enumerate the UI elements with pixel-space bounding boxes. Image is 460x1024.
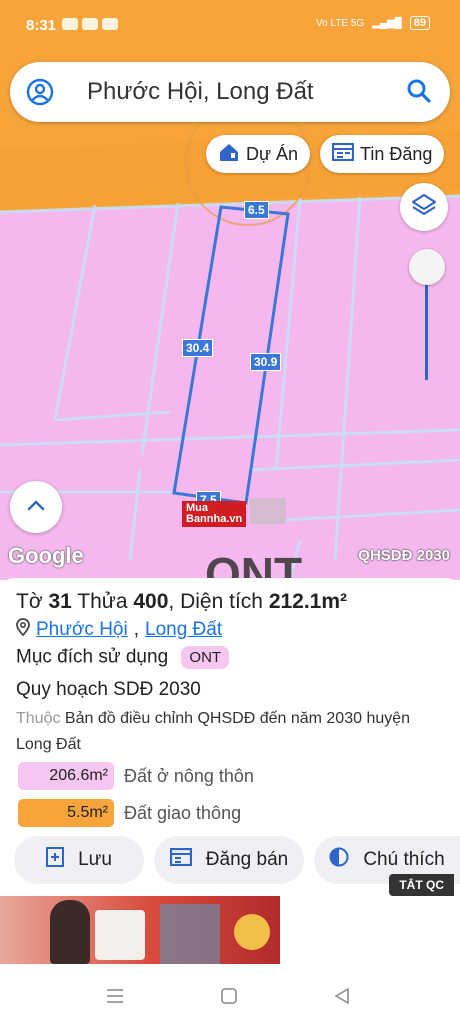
ad-city-image bbox=[160, 904, 220, 964]
post-label: Đăng bán bbox=[205, 849, 289, 870]
legend-label: Chú thích bbox=[363, 849, 445, 870]
home-icon[interactable] bbox=[221, 988, 237, 1009]
save-button[interactable]: Lưu bbox=[14, 836, 144, 884]
post-for-sale-button[interactable]: Đăng bán bbox=[154, 836, 304, 884]
status-bar: 8:31 Vo LTE 5G ▂▄▆█ 89 bbox=[0, 0, 460, 46]
search-bar[interactable]: Phước Hội, Long Đất bbox=[10, 62, 450, 122]
plan-layer-label: QHSDĐ 2030 bbox=[358, 547, 450, 564]
land-use-area: 206.6m² bbox=[18, 762, 114, 790]
dimension-left: 30.4 bbox=[182, 339, 214, 357]
layers-icon bbox=[411, 193, 437, 222]
save-label: Lưu bbox=[78, 849, 112, 870]
contrast-icon bbox=[329, 847, 349, 873]
land-use-label: Đất ở nông thôn bbox=[124, 765, 254, 786]
ad-person-image bbox=[50, 900, 90, 964]
land-use-area: 5.5m² bbox=[18, 799, 114, 827]
location-pin-icon bbox=[16, 618, 30, 642]
land-use-label: Đất giao thông bbox=[124, 802, 242, 823]
menu-icon[interactable] bbox=[106, 988, 124, 1009]
watermark-logo: Mua Bannha.vn bbox=[182, 501, 247, 527]
back-icon[interactable] bbox=[334, 987, 350, 1010]
plan-title: Quy hoạch SDĐ 2030 bbox=[16, 679, 201, 700]
signal-icon: ▂▄▆█ bbox=[372, 17, 402, 29]
user-icon[interactable] bbox=[26, 78, 54, 111]
listing-icon bbox=[169, 847, 192, 872]
ad-card-image bbox=[95, 910, 145, 960]
district-link[interactable]: Long Đất bbox=[145, 619, 222, 641]
ward-link[interactable]: Phước Hội bbox=[36, 619, 128, 641]
svg-text:ONT: ONT bbox=[205, 548, 302, 580]
watermark: Mua Bannha.vn bbox=[172, 498, 288, 528]
parcel-location: Phước Hội, Long Đất bbox=[16, 618, 222, 642]
expand-up-button[interactable] bbox=[10, 481, 62, 533]
listing-icon bbox=[331, 142, 355, 166]
parcel-info-panel: Tờ 31 Thửa 400, Diện tích 212.1m² Phước … bbox=[0, 578, 460, 898]
tin-dang-button[interactable]: Tin Đăng bbox=[320, 135, 445, 173]
dimension-right: 30.9 bbox=[250, 353, 282, 371]
system-nav-bar bbox=[0, 964, 460, 1024]
network-indicator: Vo LTE 5G bbox=[316, 17, 365, 29]
chevron-up-icon bbox=[27, 498, 45, 516]
house-icon bbox=[218, 142, 240, 167]
search-icon[interactable] bbox=[406, 78, 432, 109]
notification-icons bbox=[62, 18, 118, 30]
search-query[interactable]: Phước Hội, Long Đất bbox=[87, 78, 314, 106]
close-ad-button[interactable]: TẮT QC bbox=[389, 874, 454, 896]
status-right: Vo LTE 5G ▂▄▆█ 89 bbox=[316, 16, 430, 30]
purpose-row: Mục đích sử dụng ONT bbox=[16, 646, 230, 669]
add-bookmark-icon bbox=[46, 847, 65, 873]
plan-description: Thuộc Bản đồ điều chỉnh QHSDĐ đến năm 20… bbox=[16, 710, 411, 753]
ad-seal-image bbox=[234, 914, 270, 950]
status-time: 8:31 bbox=[26, 17, 57, 34]
map-view[interactable]: ONT 8:31 Vo LTE 5G ▂▄▆█ 89 Phước Hội, Lo… bbox=[0, 0, 460, 580]
purpose-tag: ONT bbox=[181, 646, 230, 669]
tin-dang-label: Tin Đăng bbox=[360, 143, 433, 164]
layers-button[interactable] bbox=[400, 183, 448, 231]
land-use-row: 5.5m² Đất giao thông bbox=[18, 799, 241, 827]
opacity-slider-handle[interactable] bbox=[409, 249, 445, 285]
battery-indicator: 89 bbox=[409, 16, 430, 30]
du-an-button[interactable]: Dự Án bbox=[206, 135, 311, 173]
du-an-label: Dự Án bbox=[246, 143, 299, 164]
google-logo: Google bbox=[8, 543, 84, 568]
dimension-top: 6.5 bbox=[244, 201, 269, 219]
ad-banner[interactable] bbox=[0, 896, 280, 964]
land-use-row: 206.6m² Đất ở nông thôn bbox=[18, 762, 254, 790]
parcel-title: Tờ 31 Thửa 400, Diện tích 212.1m² bbox=[16, 590, 348, 613]
